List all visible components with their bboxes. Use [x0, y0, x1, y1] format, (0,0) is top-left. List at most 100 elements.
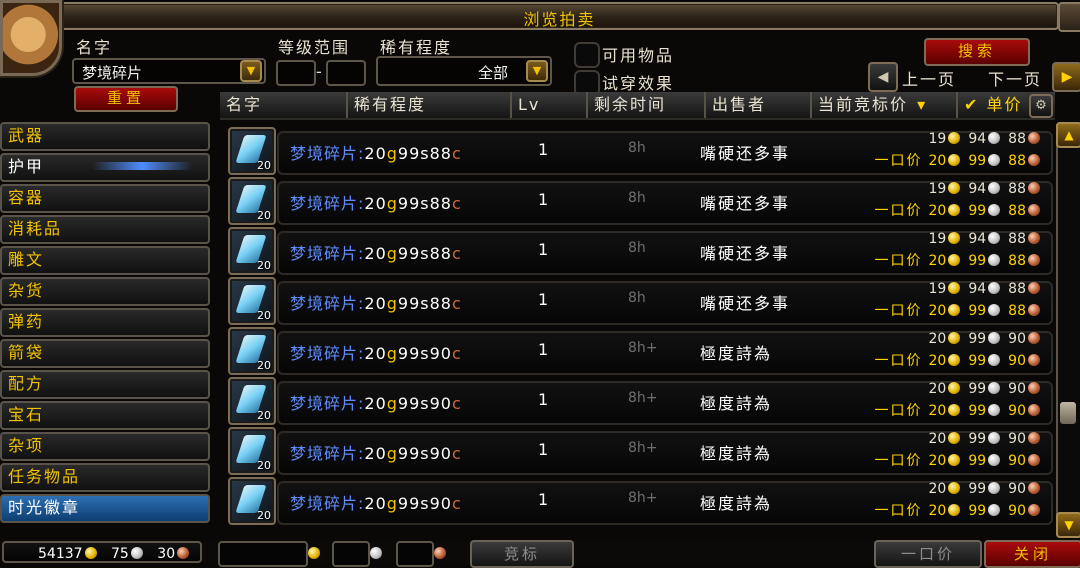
auction-row[interactable]: 20 梦境碎片:20g99s88c 1 8h 嘴硬还多事 19 94 88 一口价 2…: [222, 176, 1054, 225]
category-item[interactable]: 宝石: [0, 401, 210, 430]
level-max-input[interactable]: [326, 60, 366, 86]
category-item[interactable]: 消耗品: [0, 215, 210, 244]
price-silver: 99: [397, 194, 421, 213]
buyout-gold: 20: [928, 203, 947, 219]
silver-coin-icon: [988, 132, 1001, 144]
auction-row[interactable]: 20 梦境碎片:20g99s88c 1 8h 嘴硬还多事 19 94 88 一口价 2…: [222, 276, 1054, 325]
column-header-name[interactable]: 名字: [220, 92, 346, 118]
bid-silver: 94: [968, 131, 987, 147]
price-gold: 20: [364, 344, 387, 363]
auction-row[interactable]: 20 梦境碎片:20g99s90c 1 8h+ 極度詩為 20 99 90 一口价 2…: [222, 476, 1054, 525]
category-item[interactable]: 任务物品: [0, 463, 210, 492]
bid-silver-input[interactable]: [332, 541, 370, 567]
unit-price-label: 单价: [986, 95, 1023, 114]
price-silver-unit: s: [420, 394, 430, 413]
copper-coin-icon: [1028, 254, 1040, 266]
copper-coin-icon: [1028, 404, 1040, 416]
current-bid: 20 99 90: [929, 331, 1040, 347]
category-item[interactable]: 杂货: [0, 277, 210, 306]
scroll-thumb[interactable]: [1060, 402, 1076, 424]
auction-row[interactable]: 20 梦境碎片:20g99s90c 1 8h+ 極度詩為 20 99 90 一口价 2…: [222, 326, 1054, 375]
auction-row[interactable]: 20 梦境碎片:20g99s90c 1 8h+ 極度詩為 20 99 90 一口价 2…: [222, 376, 1054, 425]
dream-shard-icon[interactable]: 20: [228, 127, 276, 175]
buyout-price: 一口价 20 99 90: [875, 450, 1040, 470]
column-header-rarity[interactable]: 稀有程度: [346, 92, 512, 118]
bid-silver: 94: [968, 231, 987, 247]
category-item[interactable]: 弹药: [0, 308, 210, 337]
name-search-input[interactable]: 梦境碎片 ▼: [72, 58, 266, 84]
column-header-time-left[interactable]: 剩余时间: [586, 92, 706, 118]
silver-coin-icon: [988, 354, 1001, 366]
rarity-dropdown-button[interactable]: ▼: [526, 60, 548, 82]
copper-coin-icon: [177, 547, 190, 559]
column-header-seller[interactable]: 出售者: [704, 92, 822, 118]
dream-shard-icon[interactable]: 20: [228, 177, 276, 225]
category-item[interactable]: 武器: [0, 122, 210, 151]
item-name-price: 梦境碎片:20g99s90c: [290, 340, 462, 364]
item-stack-count: 20: [257, 309, 271, 322]
auction-results-list: 20 梦境碎片:20g99s88c 1 8h 嘴硬还多事 19 94 88 一口价 2…: [222, 126, 1054, 526]
settings-button[interactable]: ⚙: [1029, 94, 1053, 118]
category-item[interactable]: 杂项: [0, 432, 210, 461]
next-page-button[interactable]: ▶: [1052, 62, 1080, 92]
buyout-copper: 88: [1008, 253, 1026, 269]
item-level: 1: [538, 340, 549, 359]
results-scrollbar[interactable]: [1056, 122, 1080, 538]
copper-coin-icon: [1028, 432, 1040, 444]
buyout-silver: 99: [968, 403, 987, 419]
scroll-down-button[interactable]: ▼: [1056, 512, 1080, 538]
seller-name: 極度詩為: [700, 394, 773, 413]
player-portrait-avatar: [0, 0, 62, 76]
usable-items-checkbox[interactable]: [574, 42, 600, 68]
level-min-input[interactable]: [276, 60, 316, 86]
seller-name: 嘴硬还多事: [700, 294, 791, 313]
category-item[interactable]: 雕文: [0, 246, 210, 275]
category-item[interactable]: 配方: [0, 370, 210, 399]
buyout-silver: 99: [968, 503, 987, 519]
category-item[interactable]: 箭袋: [0, 339, 210, 368]
item-level: 1: [538, 440, 549, 459]
category-item[interactable]: 容器: [0, 184, 210, 213]
auction-row[interactable]: 20 梦境碎片:20g99s88c 1 8h 嘴硬还多事 19 94 88 一口价 2…: [222, 226, 1054, 275]
column-header-unit-price[interactable]: ✔ 单价: [956, 92, 1036, 118]
scroll-up-button[interactable]: ▲: [1056, 122, 1080, 148]
bid-copper-input[interactable]: [396, 541, 434, 567]
window-corner-ornament: [1058, 2, 1080, 32]
price-silver-unit: s: [420, 344, 430, 363]
name-dropdown-button[interactable]: ▼: [240, 60, 262, 82]
reset-button[interactable]: 重置: [74, 86, 178, 112]
price-gold-unit: g: [386, 194, 398, 213]
silver-coin-icon: [988, 182, 1001, 194]
gold-coin-icon: [948, 132, 961, 144]
category-item-selected[interactable]: 护甲: [0, 153, 210, 182]
column-header-level[interactable]: Lv: [510, 92, 588, 118]
price-silver: 99: [397, 494, 421, 513]
gold-coin-icon: [948, 382, 961, 394]
buyout-label: 一口价: [874, 153, 923, 169]
dream-shard-icon[interactable]: 20: [228, 277, 276, 325]
category-item-active[interactable]: 时光徽章: [0, 494, 210, 523]
current-bid: 20 99 90: [929, 431, 1040, 447]
gold-coin-icon: [948, 454, 961, 466]
bid-copper: 88: [1008, 181, 1026, 197]
bid-gold-input[interactable]: [218, 541, 308, 567]
price-silver: 99: [397, 394, 421, 413]
auction-row[interactable]: 20 梦境碎片:20g99s90c 1 8h+ 極度詩為 20 99 90 一口价 2…: [222, 426, 1054, 475]
dream-shard-icon[interactable]: 20: [228, 377, 276, 425]
item-name-price: 梦境碎片:20g99s88c: [290, 240, 462, 264]
dream-shard-icon[interactable]: 20: [228, 427, 276, 475]
chevron-down-icon: ▼: [246, 64, 256, 77]
silver-coin-icon: [988, 332, 1001, 344]
price-copper: 88: [429, 294, 452, 313]
auction-row[interactable]: 20 梦境碎片:20g99s88c 1 8h 嘴硬还多事 19 94 88 一口价 2…: [222, 126, 1054, 175]
prev-page-button[interactable]: ◀: [868, 62, 898, 92]
column-header-current-bid[interactable]: 当前竞标价 ▾: [810, 92, 960, 118]
search-button[interactable]: 搜索: [924, 38, 1030, 66]
rarity-select[interactable]: 全部 ▼: [376, 56, 552, 86]
chevron-down-icon: ▼: [1064, 518, 1074, 532]
dream-shard-icon[interactable]: 20: [228, 477, 276, 525]
dream-shard-icon[interactable]: 20: [228, 227, 276, 275]
category-list: 武器 护甲 容器 消耗品 雕文 杂货 弹药 箭袋 配方 宝石 杂项 任务物品 时…: [0, 122, 210, 523]
dream-shard-icon[interactable]: 20: [228, 327, 276, 375]
copper-coin-icon: [1028, 304, 1040, 316]
